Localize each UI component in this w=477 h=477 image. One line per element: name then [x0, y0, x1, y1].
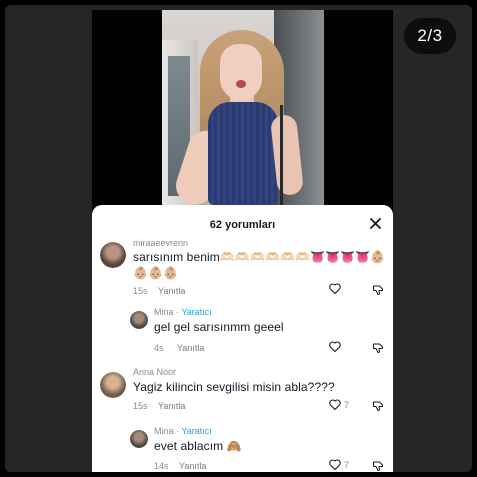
- heart-outline-icon: [329, 283, 341, 294]
- dislike-button[interactable]: [372, 341, 384, 359]
- screenshot-frame: 62 yorumları miraaeevrenn sarısınım beni…: [92, 10, 393, 472]
- like-button[interactable]: 7: [329, 459, 349, 470]
- reply-button[interactable]: Yanıtla: [179, 461, 206, 471]
- like-count: 7: [344, 399, 350, 410]
- dislike-button[interactable]: [372, 399, 384, 417]
- comment-item: miraaeevrenn sarısınım benim🫶🏻🫶🏻🫶🏻🫶🏻🫶🏻🫶🏻…: [92, 235, 393, 297]
- thumbs-down-icon: [373, 285, 383, 295]
- dislike-button[interactable]: [372, 283, 384, 301]
- comment-text: evet ablacım 🙈: [154, 439, 242, 453]
- avatar[interactable]: [100, 242, 126, 268]
- thumbs-down-icon: [373, 401, 383, 411]
- comments-sheet: 62 yorumları miraaeevrenn sarısınım beni…: [92, 205, 393, 472]
- like-button[interactable]: [329, 341, 344, 352]
- reply-item: Mina · Yaratıcı evet ablacım 🙈 14s Yanıt…: [92, 424, 393, 472]
- comment-age: 14s: [154, 461, 169, 471]
- comment-text: Yagiz kilincin sevgilisi misin abla????: [133, 380, 335, 394]
- creator-badge: Yaratıcı: [181, 426, 212, 436]
- slide-counter: 2/3: [404, 18, 456, 54]
- comment-text-continued: 👶🏼👶🏼👶🏼: [133, 266, 179, 280]
- thumbs-down-icon: [373, 461, 383, 471]
- close-icon: [369, 217, 381, 229]
- comment-age: 15s: [133, 286, 148, 296]
- comment-text: sarısınım benim🫶🏻🫶🏻🫶🏻🫶🏻🫶🏻🫶🏻👅👅👅👅👶🏼: [133, 250, 386, 264]
- comment-age: 15s: [133, 401, 148, 411]
- thumbs-down-icon: [373, 343, 383, 353]
- avatar[interactable]: [130, 430, 148, 448]
- avatar[interactable]: [130, 311, 148, 329]
- dislike-button[interactable]: [372, 459, 384, 472]
- heart-outline-icon: [329, 341, 341, 352]
- reply-button[interactable]: Yanıtla: [158, 401, 185, 411]
- heart-outline-icon: [329, 399, 341, 410]
- video-frame: [162, 10, 324, 205]
- comment-username[interactable]: Mina · Yaratıcı: [154, 307, 212, 317]
- reply-button[interactable]: Yanıtla: [158, 286, 185, 296]
- comments-title: 62 yorumları: [209, 219, 276, 231]
- like-button[interactable]: [329, 283, 344, 294]
- creator-badge: Yaratıcı: [181, 307, 212, 317]
- heart-outline-icon: [329, 459, 341, 470]
- comment-item: Anna Noor Yagiz kilincin sevgilisi misin…: [92, 364, 393, 414]
- reply-item: Mina · Yaratıcı gel gel sarısınmm geeel …: [92, 305, 393, 355]
- like-count: 7: [344, 459, 350, 470]
- media-viewer: 62 yorumları miraaeevrenn sarısınım beni…: [5, 5, 472, 472]
- avatar[interactable]: [100, 372, 126, 398]
- reply-button[interactable]: Yanıtla: [177, 343, 204, 353]
- comment-age: 4s: [154, 343, 164, 353]
- like-button[interactable]: 7: [329, 399, 349, 410]
- close-button[interactable]: [366, 214, 384, 232]
- comment-username[interactable]: Mina · Yaratıcı: [154, 426, 212, 436]
- comment-username[interactable]: Anna Noor: [133, 367, 176, 377]
- comment-text: gel gel sarısınmm geeel: [154, 320, 284, 334]
- comment-username[interactable]: miraaeevrenn: [133, 238, 188, 248]
